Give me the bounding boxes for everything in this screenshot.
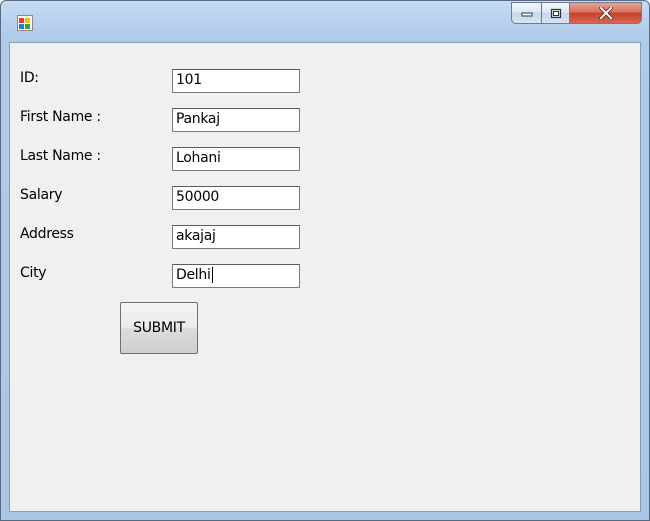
last-name-field[interactable]: Lohani xyxy=(172,147,300,171)
maximize-icon xyxy=(550,8,561,18)
minimize-button[interactable] xyxy=(511,2,542,24)
city-label: City xyxy=(20,265,47,281)
first-name-label: First Name : xyxy=(20,109,101,125)
address-label: Address xyxy=(20,226,74,242)
last-name-label: Last Name : xyxy=(20,148,101,164)
close-button[interactable] xyxy=(570,2,642,24)
text-caret xyxy=(211,267,213,283)
app-window: ID: 101 First Name : Pankaj Last Name : … xyxy=(0,0,650,521)
id-field[interactable]: 101 xyxy=(172,69,300,93)
address-field[interactable]: akajaj xyxy=(172,225,300,249)
maximize-button[interactable] xyxy=(542,2,570,24)
first-name-field[interactable]: Pankaj xyxy=(172,108,300,132)
form-client-area: ID: 101 First Name : Pankaj Last Name : … xyxy=(9,42,641,512)
minimize-icon xyxy=(521,12,532,17)
city-field-value: Delhi xyxy=(176,267,211,283)
close-icon xyxy=(598,7,613,19)
windows-form-app-icon[interactable] xyxy=(17,15,33,31)
id-label: ID: xyxy=(20,70,39,86)
city-field[interactable]: Delhi xyxy=(172,264,300,288)
salary-field[interactable]: 50000 xyxy=(172,186,300,210)
submit-button[interactable]: SUBMIT xyxy=(120,302,198,354)
salary-label: Salary xyxy=(20,187,63,203)
title-bar[interactable] xyxy=(1,1,649,39)
